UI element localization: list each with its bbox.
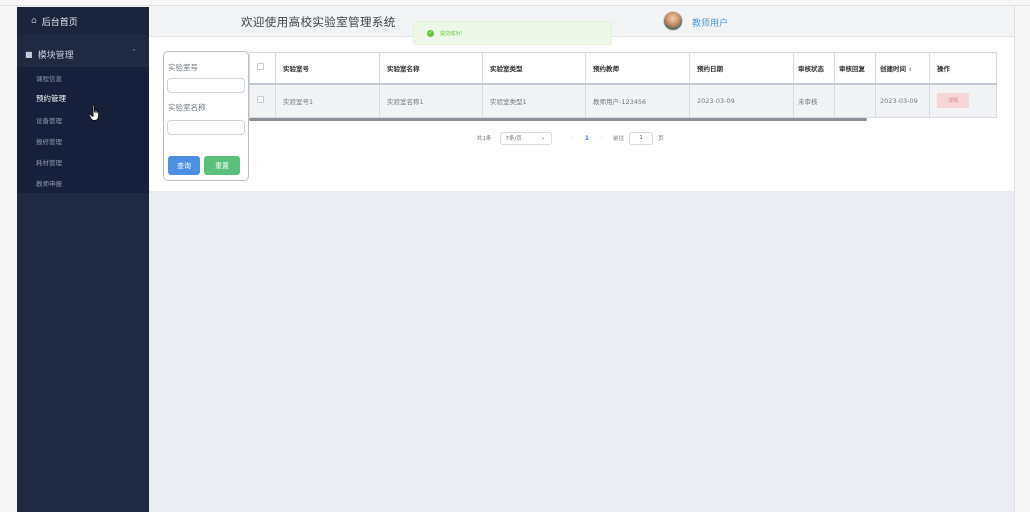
goto-page-input[interactable]: 1: [629, 131, 654, 145]
current-page-number[interactable]: 1: [585, 135, 589, 142]
cell-reply: [834, 83, 876, 118]
page-size-select[interactable]: 7条/页 ⌄: [499, 131, 552, 145]
top-header: 欢迎使用高校实验室管理系统 ✓ 提交成功！ 教师用户: [149, 7, 1014, 45]
reservation-table: 实验室号 实验室名称 实验室类型 预约教师 预约日期 审核状态 审核回复 创建时…: [249, 52, 997, 118]
sidebar-item-label: 设备管理: [36, 116, 62, 125]
lab-no-label: 实验室号: [168, 63, 198, 72]
column-header: 预约日期: [689, 52, 794, 85]
chevron-up-icon: ⌃: [131, 48, 137, 56]
sidebar-home[interactable]: ⌂ 后台首页: [17, 7, 149, 35]
pagination: 共1条 7条/页 ⌄ ‹ 1 › 前往 1 页: [477, 131, 664, 145]
page-title: 欢迎使用高校实验室管理系统: [241, 15, 396, 29]
column-header: 操作: [929, 52, 997, 85]
content-panel: 实验室号 实验室名称 查询 重置 实验室号 实验室名称 实验室类型 预约教师 预…: [149, 37, 1014, 191]
lab-no-input[interactable]: [167, 78, 245, 93]
sidebar-item-reservation[interactable]: 预约管理: [17, 88, 149, 109]
column-header: 实验室类型: [482, 52, 586, 85]
row-select-cell[interactable]: [249, 83, 276, 118]
goto-suffix: 页: [658, 136, 664, 142]
sidebar-group-modules[interactable]: ■ 模块管理 ⌃: [17, 43, 149, 65]
cell-lab-name: 实验室名称1: [379, 83, 483, 118]
goto-label: 前往: [613, 136, 625, 142]
window-right-scrollbar[interactable]: [1014, 6, 1030, 512]
column-header: 实验室名称: [379, 52, 483, 85]
detail-button[interactable]: 详情: [937, 93, 969, 109]
column-header-label: 创建时间: [880, 64, 906, 73]
table-row[interactable]: 实验室号1 实验室名称1 实验室类型1 教师用户-123456 2023-03-…: [249, 83, 997, 118]
column-header: 实验室号: [275, 52, 380, 85]
table-header-row: 实验室号 实验室名称 实验室类型 预约教师 预约日期 审核状态 审核回复 创建时…: [249, 52, 997, 85]
page-size-value: 7条/页: [505, 136, 522, 142]
column-header-sortable[interactable]: 创建时间 ⇕: [875, 52, 930, 85]
sidebar-item-equipment[interactable]: 设备管理: [17, 109, 149, 130]
main-content: 实验室号 实验室名称 查询 重置 实验室号 实验室名称 实验室类型 预约教师 预…: [149, 37, 1014, 512]
sort-icon[interactable]: ⇕: [908, 67, 912, 73]
grid-icon: ■: [25, 49, 33, 59]
cell-status: 未审核: [793, 83, 835, 118]
column-header: 审核状态: [793, 52, 835, 85]
cell-action: 详情: [929, 83, 997, 118]
prev-page-icon[interactable]: ‹: [571, 135, 573, 141]
toast-message: 提交成功！: [440, 30, 466, 37]
sidebar-item-label: 课程信息: [36, 74, 62, 83]
window-top-edge: [0, 0, 1030, 6]
select-all-checkbox[interactable]: [257, 63, 264, 71]
sidebar-item-label: 预约管理: [36, 94, 66, 103]
user-name[interactable]: 教师用户: [692, 16, 728, 29]
cell-lab-type: 实验室类型1: [482, 83, 586, 118]
cell-teacher: 教师用户-123456: [585, 83, 690, 118]
sidebar-item-consumables[interactable]: 耗材管理: [17, 151, 149, 172]
column-header: 审核回复: [834, 52, 876, 85]
column-header: 预约教师: [585, 52, 690, 85]
avatar[interactable]: [663, 11, 683, 31]
app-window: ⌂ 后台首页 ■ 模块管理 ⌃ 课程信息 预约管理 设备管理 报修管理 耗材管理: [0, 0, 1030, 512]
search-form: 实验室号 实验室名称 查询 重置: [163, 51, 249, 181]
cell-created: 2023-03-09: [875, 83, 930, 118]
sidebar-submenu: 课程信息 预约管理 设备管理 报修管理 耗材管理 教师申报: [17, 67, 149, 193]
check-circle-icon: ✓: [427, 29, 434, 37]
home-icon: ⌂: [31, 16, 37, 26]
hand-cursor-icon: [88, 104, 100, 121]
table-horizontal-scrollbar[interactable]: [249, 118, 867, 121]
sidebar-home-label: 后台首页: [41, 17, 78, 28]
sidebar-group-label: 模块管理: [37, 50, 74, 61]
sidebar-item-repair[interactable]: 报修管理: [17, 130, 149, 151]
reset-button[interactable]: 重置: [204, 156, 240, 175]
select-all-cell[interactable]: [249, 52, 276, 85]
lab-name-input[interactable]: [167, 120, 245, 135]
row-checkbox[interactable]: [257, 96, 264, 104]
pagination-total: 共1条: [477, 136, 492, 142]
sidebar-item-label: 报修管理: [36, 137, 62, 146]
window-left-edge: [0, 6, 16, 512]
sidebar-item-label: 教师申报: [36, 179, 62, 188]
cell-lab-no: 实验室号1: [275, 83, 380, 118]
query-button[interactable]: 查询: [168, 156, 200, 175]
next-page-icon[interactable]: ›: [601, 135, 603, 141]
lab-name-label: 实验室名称: [168, 103, 206, 112]
chevron-down-icon: ⌄: [540, 135, 546, 141]
sidebar-item-label: 耗材管理: [36, 158, 62, 167]
success-toast: ✓ 提交成功！: [413, 21, 612, 45]
cell-date: 2023-03-09: [689, 83, 794, 118]
sidebar-item-course-info[interactable]: 课程信息: [17, 67, 149, 88]
sidebar-item-teacher-apply[interactable]: 教师申报: [17, 172, 149, 193]
sidebar: ⌂ 后台首页 ■ 模块管理 ⌃ 课程信息 预约管理 设备管理 报修管理 耗材管理: [17, 7, 149, 512]
